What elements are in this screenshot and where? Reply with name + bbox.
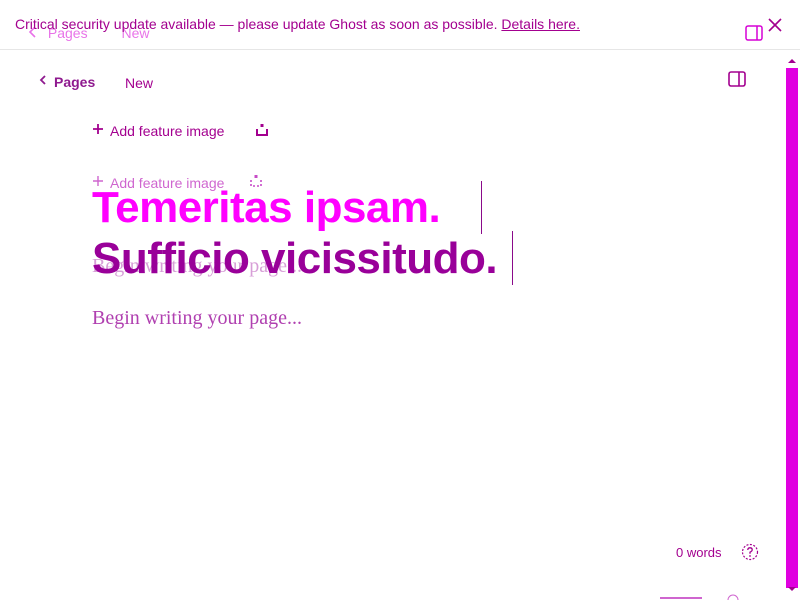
image-icon[interactable] [256,124,268,136]
text-caret [512,231,513,285]
text-caret [481,181,482,234]
chevron-left-icon [38,73,48,91]
add-feature-image-button[interactable]: Add feature image [92,122,224,140]
banner-details-link[interactable]: Details here. [501,16,580,32]
post-status: New [125,75,154,91]
scroll-down-arrow-icon[interactable] [784,584,800,594]
editor-page: Pages New Critical security update avail… [0,0,800,600]
feature-image-label: Add feature image [110,123,225,139]
word-count: 0 words [676,545,722,560]
help-icon[interactable] [741,543,759,561]
sidebar-toggle-icon [745,25,763,41]
plus-icon [92,122,104,140]
ghost-footer [660,594,739,600]
breadcrumb-label: Pages [54,74,96,90]
scroll-up-arrow-icon[interactable] [784,56,800,66]
body-editor[interactable]: Begin writing your page... [92,307,302,330]
scrollbar-thumb[interactable] [786,68,798,588]
banner-message: Critical security update available — ple… [15,16,580,32]
scrollbar[interactable] [784,50,800,600]
close-icon[interactable] [765,15,785,35]
post-title-line-2[interactable]: Sufficio vicissitudo. [92,235,498,283]
editor-header: Pages New [0,51,780,111]
post-title-line-1[interactable]: Temeritas ipsam. [92,184,441,232]
security-banner: Pages New Critical security update avail… [0,0,800,50]
sidebar-toggle-icon[interactable] [728,71,746,87]
breadcrumb-pages[interactable]: Pages [38,73,95,91]
